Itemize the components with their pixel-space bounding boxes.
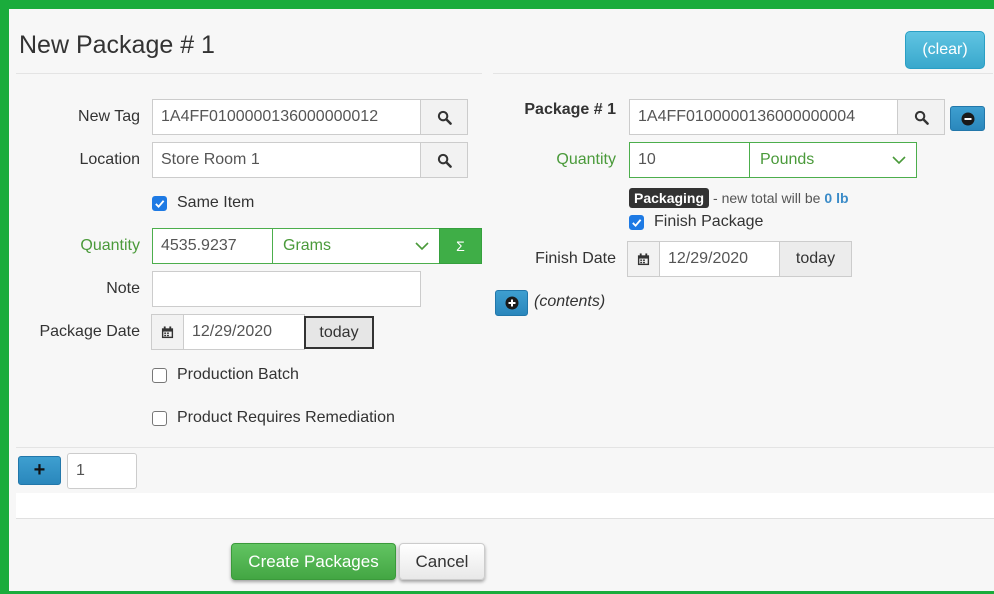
- package-unit-select[interactable]: Pounds: [749, 142, 917, 178]
- finish-package-checkbox[interactable]: Finish Package: [629, 213, 763, 231]
- new-package-panel: New Package # 1 (clear) New Tag 1A4FF010…: [9, 9, 994, 591]
- note-input[interactable]: [152, 271, 421, 307]
- packaging-badge: Packaging: [629, 188, 710, 208]
- package-number-label: Package # 1: [524, 101, 616, 118]
- finish-package-label: Finish Package: [654, 213, 764, 230]
- page-title: New Package # 1: [19, 31, 215, 59]
- checkbox-checked[interactable]: [629, 214, 644, 230]
- new-total-value: 0 lb: [824, 190, 849, 206]
- package-quantity-label: Quantity: [556, 151, 616, 168]
- plus-icon: +: [33, 459, 46, 481]
- search-icon: [437, 110, 452, 125]
- add-contents-button[interactable]: [495, 290, 528, 316]
- checkbox-unchecked[interactable]: [152, 367, 167, 383]
- footer-toolbar: [16, 447, 994, 493]
- quantity-unit-select[interactable]: Grams: [272, 228, 440, 264]
- calendar-icon: [637, 252, 650, 265]
- check-icon: [632, 218, 642, 227]
- new-tag-search-button[interactable]: [420, 99, 468, 135]
- checkbox-checked[interactable]: [152, 195, 167, 211]
- new-tag-label: New Tag: [78, 108, 140, 125]
- sum-button[interactable]: Σ: [439, 228, 482, 264]
- location-input[interactable]: Store Room 1: [152, 142, 421, 178]
- new-total-note: Packaging - new total will be 0 lb: [629, 188, 849, 208]
- finish-date-label: Finish Date: [535, 250, 616, 267]
- clear-button[interactable]: (clear): [905, 31, 985, 69]
- note-label: Note: [106, 280, 140, 297]
- divider: [16, 73, 482, 74]
- calendar-addon: [151, 314, 184, 350]
- finish-date-today-button[interactable]: today: [779, 241, 852, 277]
- chevron-down-icon: [892, 155, 906, 164]
- same-item-label: Same Item: [177, 194, 255, 211]
- search-icon: [914, 110, 929, 125]
- create-packages-button[interactable]: Create Packages: [231, 543, 396, 580]
- divider: [16, 518, 994, 519]
- add-package-button[interactable]: +: [18, 456, 61, 485]
- package-date-label: Package Date: [39, 323, 140, 340]
- footer-spacer: [16, 493, 994, 519]
- new-tag-input[interactable]: 1A4FF0100000136000000012: [152, 99, 421, 135]
- calendar-addon: [627, 241, 660, 277]
- package-quantity-input[interactable]: 10: [629, 142, 750, 178]
- divider: [493, 73, 993, 74]
- remove-package-button[interactable]: [950, 106, 985, 131]
- same-item-checkbox[interactable]: Same Item: [152, 194, 254, 212]
- production-batch-checkbox[interactable]: Production Batch: [152, 366, 299, 384]
- contents-label: (contents): [534, 293, 606, 310]
- finish-date-input[interactable]: 12/29/2020: [659, 241, 780, 277]
- search-icon: [437, 153, 452, 168]
- cancel-button[interactable]: Cancel: [399, 543, 485, 580]
- requires-remediation-label: Product Requires Remediation: [177, 409, 395, 426]
- minus-circle-icon: [961, 112, 974, 125]
- package-date-today-button[interactable]: today: [304, 316, 374, 349]
- package-unit-value: Pounds: [760, 151, 815, 168]
- location-label: Location: [79, 151, 141, 168]
- quantity-label: Quantity: [80, 237, 140, 254]
- quantity-input[interactable]: 4535.9237: [152, 228, 273, 264]
- new-total-text: - new total will be: [713, 190, 821, 206]
- package-search-button[interactable]: [897, 99, 945, 135]
- chevron-down-icon: [415, 241, 429, 250]
- location-search-button[interactable]: [420, 142, 468, 178]
- calendar-icon: [161, 325, 174, 338]
- production-batch-label: Production Batch: [177, 366, 299, 383]
- requires-remediation-checkbox[interactable]: Product Requires Remediation: [152, 409, 395, 427]
- package-tag-input[interactable]: 1A4FF0100000136000000004: [629, 99, 898, 135]
- package-date-input[interactable]: 12/29/2020: [183, 314, 305, 350]
- checkbox-unchecked[interactable]: [152, 410, 167, 426]
- check-icon: [155, 199, 165, 208]
- quantity-unit-value: Grams: [283, 237, 331, 254]
- package-count-input[interactable]: 1: [67, 453, 137, 489]
- plus-circle-icon: [505, 296, 518, 310]
